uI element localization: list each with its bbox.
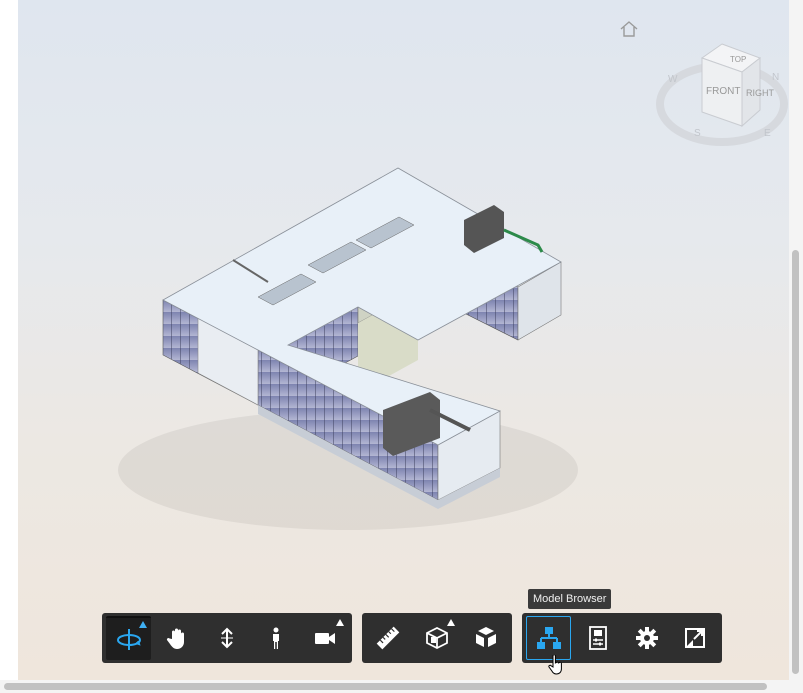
compass-east-label: E <box>764 128 771 139</box>
3d-viewport[interactable]: TOP FRONT RIGHT W N S E <box>18 0 789 680</box>
properties-tool[interactable] <box>575 616 620 660</box>
compass-north-label: N <box>772 72 779 83</box>
pan-tool[interactable] <box>155 616 200 660</box>
model-browser-icon <box>536 627 561 649</box>
camera-tool[interactable] <box>303 616 348 660</box>
orbit-icon <box>116 629 141 650</box>
viewcube-right-label: RIGHT <box>746 88 775 98</box>
camera-icon <box>315 633 336 644</box>
section-flyout-indicator[interactable] <box>447 619 456 626</box>
zoom-arrows-icon <box>221 627 233 649</box>
camera-flyout-indicator[interactable] <box>336 619 345 626</box>
ruler-icon <box>377 626 400 650</box>
fullscreen-icon <box>685 628 706 648</box>
horizontal-scrollbar-thumb[interactable] <box>4 683 767 690</box>
properties-icon <box>588 626 607 650</box>
compass-south-label: S <box>694 128 701 139</box>
section-tool[interactable] <box>415 616 460 660</box>
settings-tool[interactable] <box>624 616 669 660</box>
gear-icon <box>635 627 658 649</box>
hand-icon <box>166 628 184 649</box>
compass-west-label: W <box>668 74 678 85</box>
viewcube-front-label: FRONT <box>706 86 740 97</box>
viewcube-top-label: TOP <box>730 55 746 64</box>
person-icon <box>273 627 280 649</box>
section-box-icon <box>426 626 448 650</box>
measure-tool[interactable] <box>366 616 411 660</box>
model-browser-tooltip: Model Browser <box>528 589 612 609</box>
zoom-tool[interactable] <box>204 616 249 660</box>
fullscreen-tool[interactable] <box>673 616 718 660</box>
left-gutter <box>0 0 18 680</box>
orbit-tool[interactable] <box>106 616 152 660</box>
orbit-flyout-indicator[interactable] <box>139 621 148 628</box>
settings-toolbar <box>522 613 722 663</box>
modeling-toolbar <box>362 613 512 663</box>
model-browser-tool[interactable] <box>526 616 572 660</box>
explode-cube-icon <box>475 627 496 647</box>
viewcube[interactable]: TOP FRONT RIGHT W N S E <box>656 36 789 148</box>
navigation-toolbar <box>102 613 352 663</box>
first-person-tool[interactable] <box>254 616 299 660</box>
home-icon[interactable] <box>618 18 640 40</box>
explode-tool[interactable] <box>463 616 508 660</box>
vertical-scrollbar-thumb[interactable] <box>792 250 799 674</box>
